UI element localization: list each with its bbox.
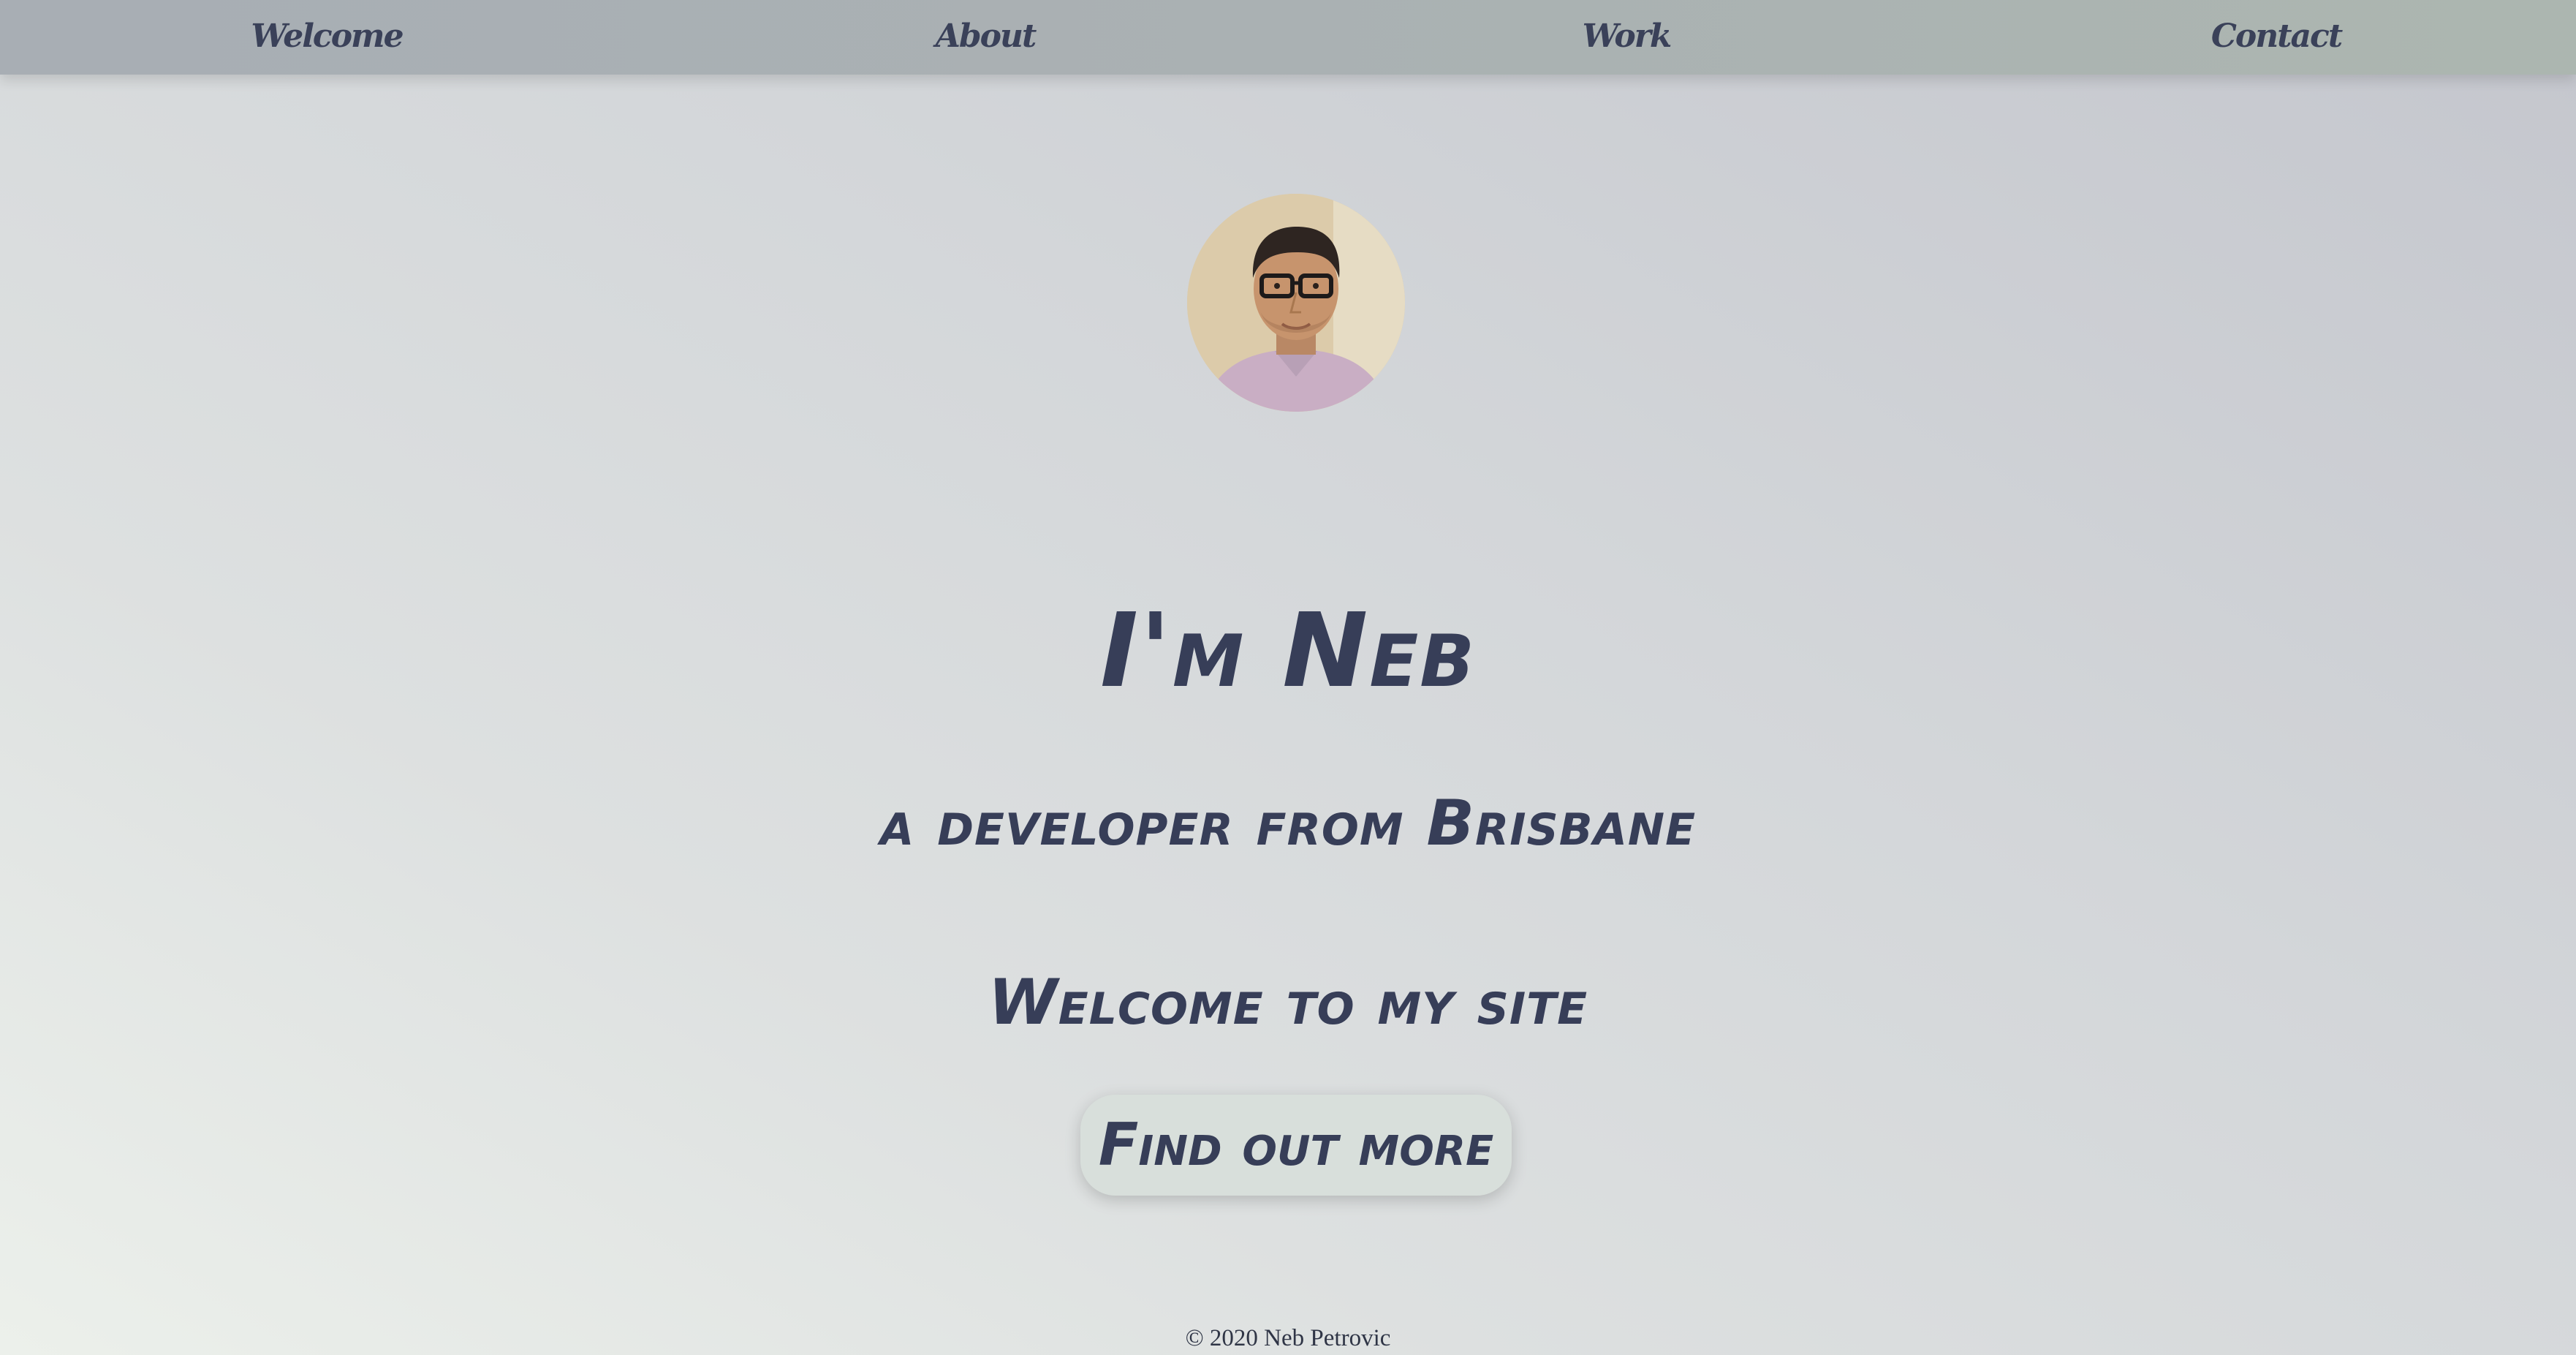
- welcome-text: Welcome to my site: [988, 966, 1588, 1040]
- nav-link-about[interactable]: About: [936, 0, 1037, 75]
- footer-copyright: © 2020 Neb Petrovic: [1185, 1325, 1391, 1351]
- nav-link-contact[interactable]: Contact: [2211, 0, 2343, 75]
- avatar-portrait-image: [1187, 194, 1405, 412]
- find-out-more-button[interactable]: Find out more: [1080, 1095, 1512, 1196]
- avatar: [1187, 194, 1405, 412]
- top-navbar: Welcome About Work Contact: [0, 0, 2576, 75]
- nav-link-welcome[interactable]: Welcome: [251, 0, 404, 75]
- hero-subheading: a developer from Brisbane: [879, 787, 1697, 861]
- hero-heading: I'm Neb: [1099, 591, 1477, 711]
- nav-link-work[interactable]: Work: [1583, 0, 1672, 75]
